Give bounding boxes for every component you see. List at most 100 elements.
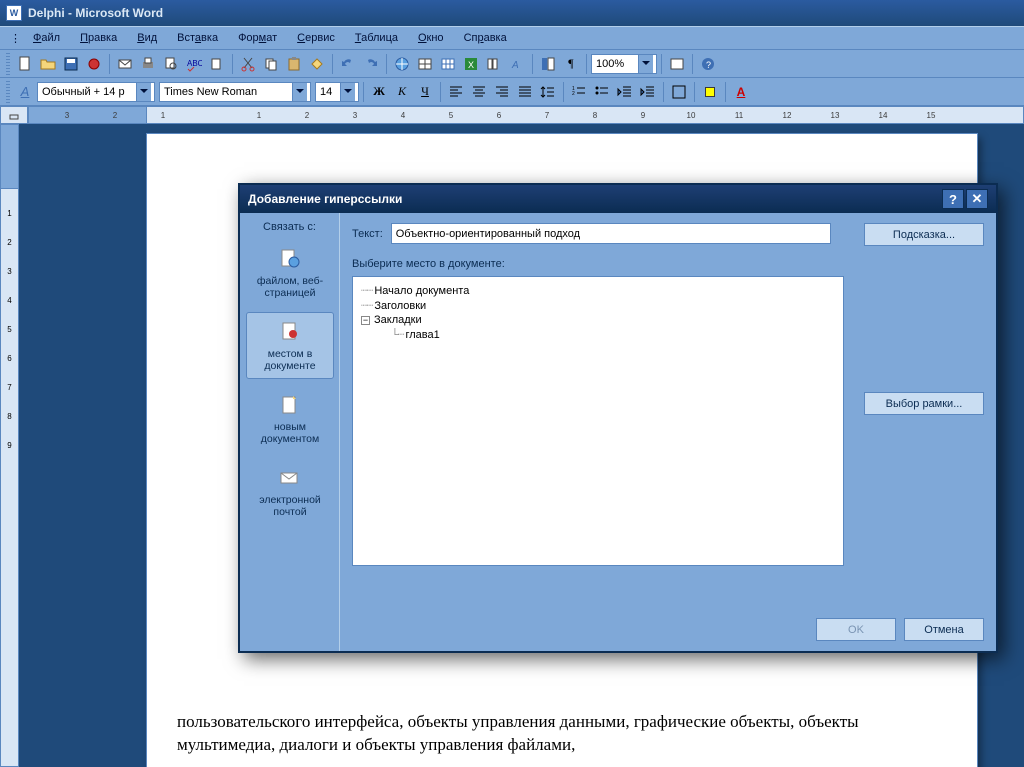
size-input[interactable]	[316, 83, 340, 101]
ok-button[interactable]: OK	[816, 618, 896, 641]
align-center-icon[interactable]	[468, 81, 490, 103]
menu-insert[interactable]: Вставка	[167, 29, 228, 47]
nav-email[interactable]: электронной почтой	[246, 458, 334, 525]
format-painter-icon[interactable]	[306, 53, 328, 75]
menu-view[interactable]: Вид	[127, 29, 167, 47]
bullet-list-icon[interactable]	[591, 81, 613, 103]
standard-toolbar: ABC X A ¶ ?	[0, 50, 1024, 78]
nav-place-in-doc[interactable]: местом в документе	[246, 312, 334, 379]
horizontal-ruler[interactable]: 321123456789101112131415	[28, 106, 1024, 124]
align-left-icon[interactable]	[445, 81, 467, 103]
numbered-list-icon[interactable]: 12	[568, 81, 590, 103]
tree-node-top[interactable]: Начало документа	[374, 285, 469, 297]
svg-text:A: A	[511, 60, 519, 71]
italic-button[interactable]: К	[391, 81, 413, 103]
tree-node-headings[interactable]: Заголовки	[374, 300, 426, 312]
mail-icon[interactable]	[114, 53, 136, 75]
ruler-corner-icon[interactable]	[0, 106, 28, 124]
hyperlink-icon[interactable]	[391, 53, 413, 75]
help-icon[interactable]: ?	[697, 53, 719, 75]
size-dropdown-icon[interactable]	[340, 83, 355, 101]
permissions-icon[interactable]	[83, 53, 105, 75]
outdent-icon[interactable]	[614, 81, 636, 103]
spellcheck-icon[interactable]: ABC	[183, 53, 205, 75]
print-icon[interactable]	[137, 53, 159, 75]
text-label: Текст:	[352, 228, 383, 240]
font-input[interactable]	[160, 83, 292, 101]
menu-window[interactable]: Окно	[408, 29, 454, 47]
style-input[interactable]	[38, 83, 136, 101]
undo-icon[interactable]	[337, 53, 359, 75]
email-icon	[275, 465, 305, 491]
tree-collapse-icon[interactable]: −	[361, 316, 370, 325]
tree-node-chapter1[interactable]: глава1	[405, 329, 439, 341]
copy-icon[interactable]	[260, 53, 282, 75]
menubar: ⋮ Файл Правка Вид Вставка Формат Сервис …	[0, 26, 1024, 50]
underline-button[interactable]: Ч	[414, 81, 436, 103]
dialog-close-button[interactable]: ✕	[966, 189, 988, 209]
bold-button[interactable]: Ж	[368, 81, 390, 103]
titlebar: W Delphi - Microsoft Word	[0, 0, 1024, 26]
redo-icon[interactable]	[360, 53, 382, 75]
tree-node-bookmarks[interactable]: Закладки	[374, 314, 422, 326]
research-icon[interactable]	[206, 53, 228, 75]
highlight-icon[interactable]	[699, 81, 721, 103]
nav-file-web[interactable]: файлом, веб-страницей	[246, 239, 334, 306]
show-marks-icon[interactable]: ¶	[560, 53, 582, 75]
doc-map-icon[interactable]	[537, 53, 559, 75]
vertical-ruler[interactable]: 123456789	[0, 124, 19, 767]
menu-file[interactable]: Файл	[23, 29, 70, 47]
new-doc-icon[interactable]	[14, 53, 36, 75]
style-dropdown-icon[interactable]	[136, 83, 151, 101]
read-mode-icon[interactable]	[666, 53, 688, 75]
cancel-button[interactable]: Отмена	[904, 618, 984, 641]
size-combo[interactable]	[315, 82, 359, 102]
place-in-doc-icon	[275, 319, 305, 345]
screentip-button[interactable]: Подсказка...	[864, 223, 984, 246]
zoom-input[interactable]	[592, 55, 638, 73]
menu-table[interactable]: Таблица	[345, 29, 408, 47]
borders-icon[interactable]	[668, 81, 690, 103]
paste-icon[interactable]	[283, 53, 305, 75]
svg-text:2: 2	[572, 91, 575, 97]
formatting-toolbar: A Ж К Ч 12 A	[0, 78, 1024, 106]
dialog-title: Добавление гиперссылки	[248, 192, 402, 206]
insert-table-icon[interactable]	[437, 53, 459, 75]
font-color-icon[interactable]: A	[730, 81, 752, 103]
font-dropdown-icon[interactable]	[292, 83, 307, 101]
grip-icon	[6, 81, 10, 103]
columns-icon[interactable]	[483, 53, 505, 75]
preview-icon[interactable]	[160, 53, 182, 75]
text-input[interactable]	[391, 223, 831, 244]
menu-edit[interactable]: Правка	[70, 29, 127, 47]
cut-icon[interactable]	[237, 53, 259, 75]
document-text[interactable]: пользовательского интерфейса, объекты уп…	[147, 701, 977, 767]
line-spacing-icon[interactable]	[537, 81, 559, 103]
dialog-titlebar[interactable]: Добавление гиперссылки ? ✕	[240, 185, 996, 213]
file-web-icon	[275, 246, 305, 272]
tables-borders-icon[interactable]	[414, 53, 436, 75]
menu-service[interactable]: Сервис	[287, 29, 345, 47]
open-icon[interactable]	[37, 53, 59, 75]
zoom-combo[interactable]	[591, 54, 657, 74]
app-title: Delphi - Microsoft Word	[28, 6, 163, 20]
font-combo[interactable]	[159, 82, 311, 102]
drawing-icon[interactable]: A	[506, 53, 528, 75]
svg-text:X: X	[468, 60, 474, 70]
target-frame-button[interactable]: Выбор рамки...	[864, 392, 984, 415]
align-right-icon[interactable]	[491, 81, 513, 103]
zoom-dropdown-icon[interactable]	[638, 55, 653, 73]
excel-icon[interactable]: X	[460, 53, 482, 75]
styles-pane-icon[interactable]: A	[14, 81, 36, 103]
menu-format[interactable]: Формат	[228, 29, 287, 47]
place-tree[interactable]: ┈┈ Начало документа ┈┈ Заголовки −Заклад…	[352, 276, 844, 566]
style-combo[interactable]	[37, 82, 155, 102]
workspace: 321123456789101112131415 123456789 польз…	[0, 106, 1024, 767]
dialog-help-button[interactable]: ?	[942, 189, 964, 209]
menu-help[interactable]: Справка	[454, 29, 517, 47]
save-icon[interactable]	[60, 53, 82, 75]
nav-new-doc[interactable]: новым документом	[246, 385, 334, 452]
hyperlink-dialog: Добавление гиперссылки ? ✕ Связать с: фа…	[238, 183, 998, 653]
align-justify-icon[interactable]	[514, 81, 536, 103]
indent-icon[interactable]	[637, 81, 659, 103]
